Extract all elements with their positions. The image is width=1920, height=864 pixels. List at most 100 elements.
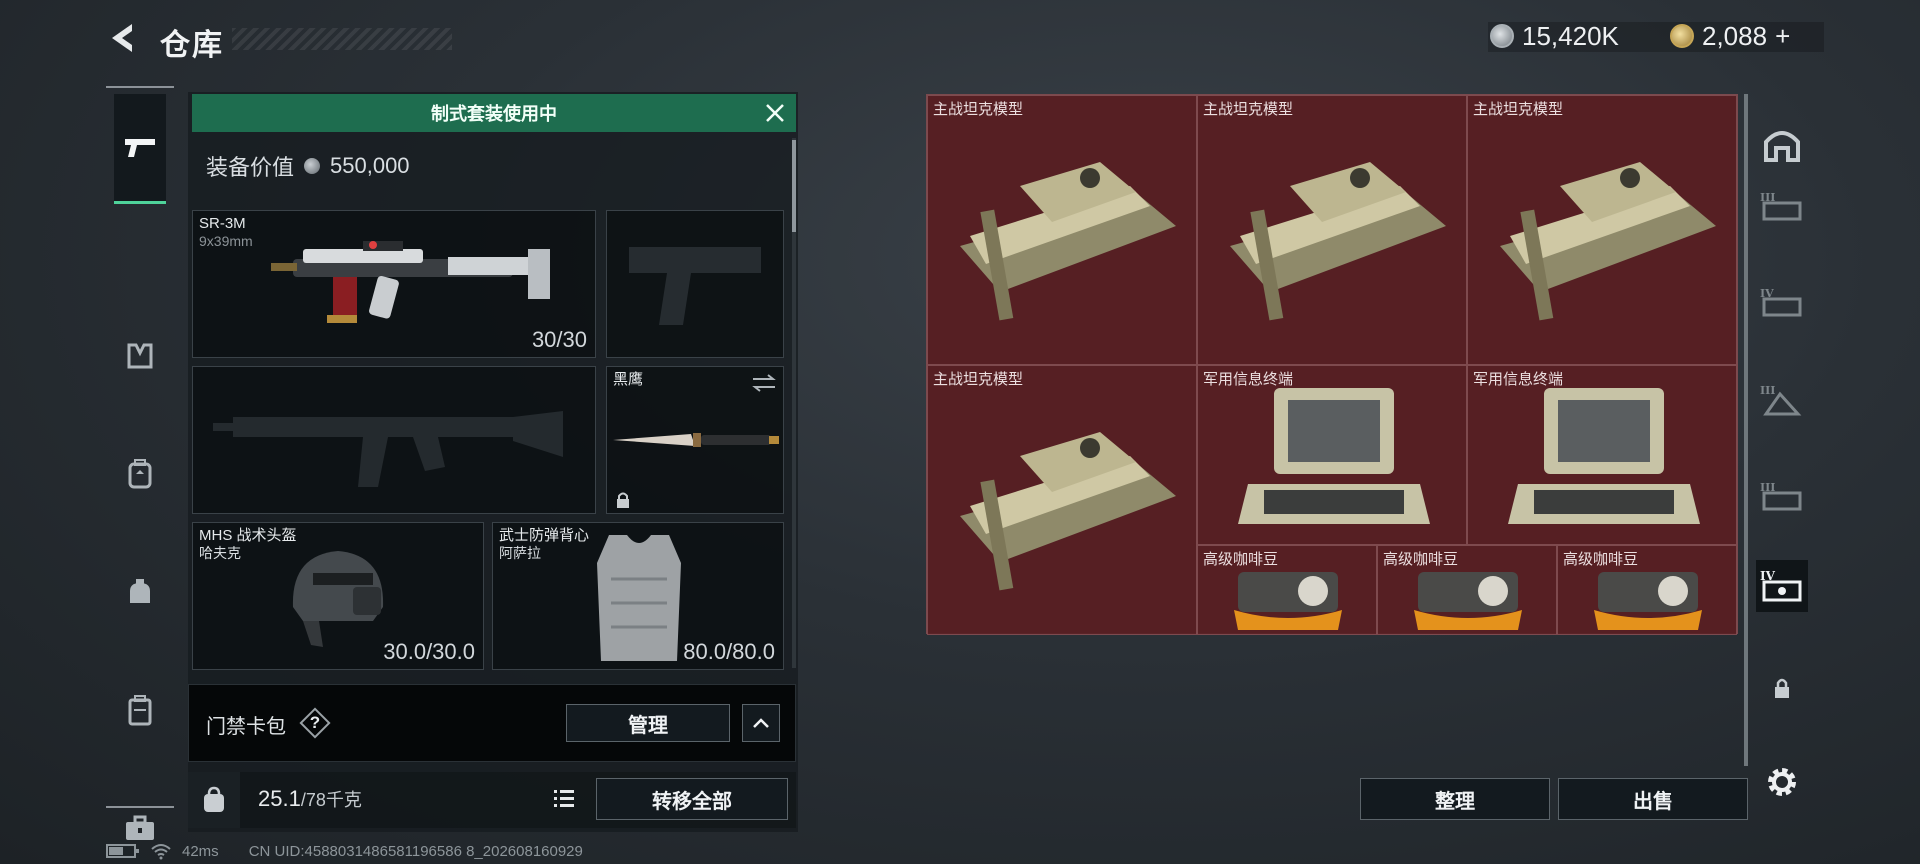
keycard-wallet-label: 门禁卡包 [206, 716, 286, 738]
ammo-count: 30/30 [531, 327, 587, 352]
close-icon[interactable] [762, 100, 788, 126]
secondary-weapon-slot[interactable] [192, 366, 596, 514]
storage-tab-3c[interactable]: III [1756, 470, 1808, 522]
weight-current: 25.1 [258, 786, 301, 811]
chest-rig-icon [127, 343, 153, 369]
sell-button[interactable]: 出售 [1558, 778, 1748, 820]
armor-durability: 80.0/80.0 [683, 639, 775, 664]
sr3m-rifle-icon [271, 241, 550, 323]
armor-vest-icon [597, 535, 681, 661]
backpack-icon [128, 459, 152, 489]
storage-expansion-icon: III [1760, 191, 1802, 221]
nav-case[interactable] [114, 680, 166, 740]
tank-model-icon [1500, 162, 1716, 321]
storage-item[interactable]: 军用信息终端 [1467, 365, 1737, 545]
list-icon [554, 790, 574, 807]
back-arrow-icon[interactable] [104, 18, 144, 58]
toolbox-icon [126, 815, 154, 840]
storage-expansion-icon: IV [1760, 287, 1802, 317]
bag-icon [130, 579, 150, 603]
nav-backpack[interactable] [114, 444, 166, 504]
helmet-durability: 30.0/30.0 [383, 639, 475, 664]
add-gold-button[interactable]: + [1775, 21, 1790, 52]
sort-button[interactable]: 整理 [1360, 778, 1550, 820]
settings-button[interactable] [1756, 756, 1808, 808]
armor-brand: 阿萨拉 [499, 545, 541, 561]
tank-model-icon [960, 432, 1176, 591]
melee-name: 黑鹰 [613, 371, 644, 388]
gold-amount: 2,088 [1702, 20, 1768, 51]
help-icon[interactable]: ? [299, 707, 331, 739]
knife-icon [613, 433, 779, 447]
tactical-helmet-icon [292, 551, 384, 647]
storage-expansion-icon: III [1760, 481, 1802, 511]
storage-scrollbar[interactable] [1744, 94, 1748, 766]
carry-weight: 25.1/78千克 [258, 786, 362, 812]
swap-icon[interactable] [751, 373, 777, 393]
nav-bag[interactable] [114, 562, 166, 622]
list-view-button[interactable] [546, 780, 582, 816]
title-decoration [232, 28, 452, 50]
item-name: 主战坦克模型 [933, 101, 1024, 118]
storage-expansion-icon: III [1760, 384, 1802, 416]
gold-coin-icon [1670, 24, 1694, 48]
wifi-icon [151, 844, 171, 860]
manage-button[interactable]: 管理 [566, 704, 730, 742]
ping-value: 42ms [182, 842, 219, 860]
storage-tab-4-active[interactable]: IV [1756, 560, 1808, 612]
helmet-brand: 哈夫克 [199, 545, 241, 561]
armor-slot[interactable]: 武士防弹背心 阿萨拉 80.0/80.0 [492, 522, 784, 670]
silver-amount: 15,420K [1522, 20, 1619, 51]
lock-icon [1775, 678, 1789, 698]
primary-weapon-slot[interactable]: SR-3M 9x39mm 30/30 [192, 210, 596, 358]
tank-model-icon [960, 162, 1176, 321]
coffee-beans-icon [1234, 572, 1342, 630]
storage-item[interactable]: 主战坦克模型 [927, 95, 1197, 365]
uid-text: CN UID:4588031486581196586 8_20260816092… [248, 842, 583, 860]
storage-item[interactable]: 高级咖啡豆 [1557, 545, 1737, 635]
storage-grid: 主战坦克模型 主战坦克模型 主战坦克模型 主战坦克模型 军用信息终端 军用信息终… [926, 94, 1738, 635]
weapon-caliber: 9x39mm [199, 233, 253, 249]
storage-item[interactable]: 主战坦克模型 [1197, 95, 1467, 365]
battery-icon [106, 844, 139, 858]
storage-tab-locked[interactable] [1756, 662, 1808, 714]
svg-text:III: III [1760, 384, 1775, 397]
nav-weapons[interactable] [114, 94, 166, 204]
silver-coin-icon [1490, 24, 1514, 48]
item-name: 主战坦克模型 [1203, 101, 1294, 118]
gold-currency[interactable]: 2,088 + [1670, 18, 1790, 54]
pistol-slot[interactable] [606, 210, 784, 358]
helmet-slot[interactable]: MHS 战术头盔 哈夫克 30.0/30.0 [192, 522, 484, 670]
nav-chest-rig[interactable] [114, 326, 166, 386]
weight-icon-box [188, 772, 240, 828]
storage-expansion-icon: IV [1760, 569, 1802, 602]
storage-tab-main[interactable] [1756, 118, 1808, 170]
pistol-icon [125, 138, 155, 157]
gear-icon [1768, 768, 1796, 796]
kettlebell-icon [204, 786, 224, 812]
military-terminal-icon [1508, 388, 1700, 524]
storage-item[interactable]: 高级咖啡豆 [1197, 545, 1377, 635]
chevron-up-icon [753, 718, 769, 728]
storage-tab-3[interactable]: III [1756, 180, 1808, 232]
weight-max: /78千克 [300, 790, 362, 810]
silver-currency: 15,420K [1490, 18, 1619, 54]
storage-item[interactable]: 主战坦克模型 [1467, 95, 1737, 365]
transfer-all-button[interactable]: 转移全部 [596, 778, 788, 820]
melee-slot[interactable]: 黑鹰 [606, 366, 784, 514]
tank-model-icon [1230, 162, 1446, 321]
collapse-button[interactable] [742, 704, 780, 742]
storage-item[interactable]: 主战坦克模型 [927, 365, 1197, 635]
storage-item[interactable]: 军用信息终端 [1197, 365, 1467, 545]
status-bar: 42ms CN UID:4588031486581196586 8_202608… [106, 842, 583, 860]
military-terminal-icon [1238, 388, 1430, 524]
storage-item[interactable]: 高级咖啡豆 [1377, 545, 1557, 635]
storage-tab-3b[interactable]: III [1756, 374, 1808, 426]
pistol-silhouette-icon [629, 247, 761, 325]
warehouse-icon [1764, 131, 1800, 162]
storage-tab-4[interactable]: IV [1756, 276, 1808, 328]
weapon-name: SR-3M [199, 215, 246, 232]
coffee-beans-icon [1414, 572, 1522, 630]
helmet-name: MHS 战术头盔 [199, 527, 297, 544]
loadout-scroll-thumb[interactable] [792, 140, 796, 232]
